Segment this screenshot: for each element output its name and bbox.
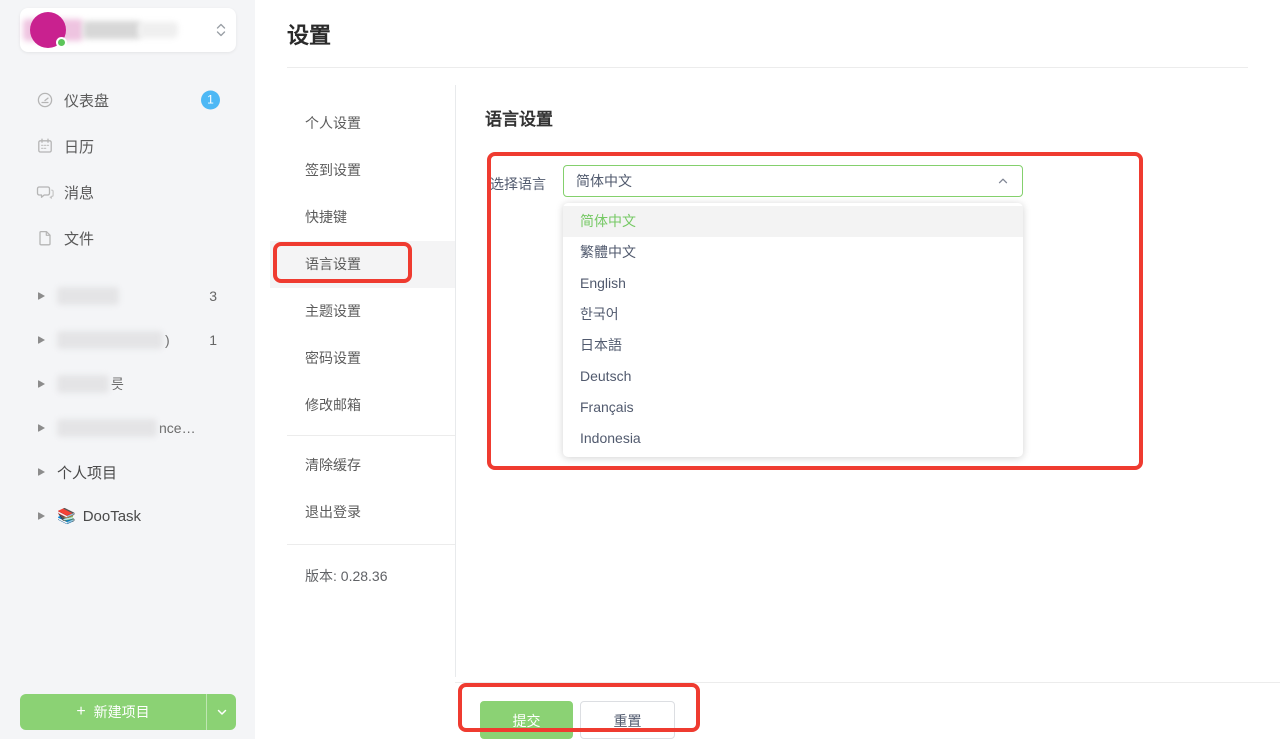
chevron-up-icon [996,174,1010,188]
settings-nav-item-personal[interactable]: 个人设置 [270,100,455,147]
new-project-main[interactable]: + 新建项目 [20,694,206,730]
sidebar-item-label: 消息 [64,182,94,203]
sidebar-item-messages[interactable]: 消息 [0,169,255,215]
project-row[interactable]: 3 [0,274,255,318]
file-icon [36,229,54,247]
settings-nav-item-logout[interactable]: 退出登录 [270,489,455,536]
dootask-app: 仪表盘 1 日历 消息 文件 [0,0,1280,739]
project-row-dootask[interactable]: 📚 DooTask [0,494,255,538]
settings-nav-item-clear-cache[interactable]: 清除缓存 [270,442,455,489]
project-count: 1 [209,332,217,348]
select-language-label: 选择语言 [490,174,546,194]
language-select-value: 简体中文 [576,171,996,191]
sidebar-nav: 仪表盘 1 日历 消息 文件 [0,77,255,261]
page-title: 设置 [287,18,331,50]
dashboard-icon [36,91,54,109]
submit-button[interactable]: 提交 [480,701,573,739]
avatar [30,12,66,48]
project-count: 3 [209,288,217,304]
chevrons-up-down-icon[interactable] [214,21,228,39]
divider [455,682,1280,683]
dropdown-option-japanese[interactable]: 日本語 [563,330,1023,361]
settings-nav-item-email[interactable]: 修改邮箱 [270,382,455,429]
calendar-icon [36,137,54,155]
redacted-project-name [57,375,109,393]
reset-button[interactable]: 重置 [580,701,675,739]
project-row[interactable]: 릇 [0,362,255,406]
settings-nav-item-password[interactable]: 密码设置 [270,335,455,382]
plus-icon: + [76,704,85,720]
redacted-project-name [57,419,157,437]
new-project-dropdown-toggle[interactable] [206,694,236,730]
message-icon [36,183,54,201]
disclosure-triangle-icon[interactable] [38,292,45,300]
books-emoji-icon: 📚 [57,507,76,525]
disclosure-triangle-icon[interactable] [38,336,45,344]
project-row[interactable]: nce… [0,406,255,450]
dropdown-option-french[interactable]: Français [563,392,1023,423]
disclosure-triangle-icon[interactable] [38,468,45,476]
project-list: 3 ) 1 릇 nce… 个人项目 [0,274,255,538]
redacted-project-name [57,331,163,349]
project-name-fragment: 릇 [111,374,124,394]
disclosure-triangle-icon[interactable] [38,424,45,432]
settings-nav-item-shortcuts[interactable]: 快捷键 [270,194,455,241]
project-name: DooTask [83,508,141,525]
divider [287,435,455,436]
disclosure-triangle-icon[interactable] [38,512,45,520]
sidebar-item-label: 仪表盘 [64,90,109,111]
settings-nav-item-checkin[interactable]: 签到设置 [270,147,455,194]
dropdown-option-zh-cn[interactable]: 简体中文 [563,206,1023,237]
online-status-dot [56,37,67,48]
disclosure-triangle-icon[interactable] [38,380,45,388]
unread-badge: 1 [201,91,220,110]
new-project-button[interactable]: + 新建项目 [20,694,236,730]
settings-page: 设置 个人设置 签到设置 快捷键 语言设置 主题设置 密码设置 修改邮箱 清除缓… [255,0,1280,739]
redacted-project-name [57,287,119,305]
project-name-fragment: ) [165,332,170,348]
language-settings-panel: 语言设置 选择语言 简体中文 简体中文 繁體中文 English 한국어 日本語… [455,85,1280,739]
divider [287,544,455,545]
sidebar-item-dashboard[interactable]: 仪表盘 1 [0,77,255,123]
dropdown-option-indonesian[interactable]: Indonesia [563,423,1023,454]
panel-title: 语言设置 [485,105,553,130]
settings-nav-item-language[interactable]: 语言设置 [270,241,455,288]
sidebar-item-calendar[interactable]: 日历 [0,123,255,169]
settings-nav: 个人设置 签到设置 快捷键 语言设置 主题设置 密码设置 修改邮箱 清除缓存 退… [270,100,455,600]
sidebar-item-label: 文件 [64,228,94,249]
settings-nav-item-theme[interactable]: 主题设置 [270,288,455,335]
dropdown-option-english[interactable]: English [563,268,1023,299]
sidebar: 仪表盘 1 日历 消息 文件 [0,0,255,739]
dropdown-option-zh-tw[interactable]: 繁體中文 [563,237,1023,268]
project-name: 个人项目 [57,462,117,483]
divider [287,67,1248,68]
redacted-workspace-name [138,22,178,38]
project-row-personal[interactable]: 个人项目 [0,450,255,494]
sidebar-item-label: 日历 [64,136,94,157]
redacted-workspace-name [83,21,141,39]
project-row[interactable]: ) 1 [0,318,255,362]
dropdown-option-korean[interactable]: 한국어 [563,299,1023,330]
sidebar-item-files[interactable]: 文件 [0,215,255,261]
version-text: 版本: 0.28.36 [270,553,455,600]
dropdown-option-german[interactable]: Deutsch [563,361,1023,392]
chevron-down-icon [216,706,228,718]
project-name-fragment: nce… [159,420,196,436]
workspace-selector[interactable] [20,8,236,52]
language-select[interactable]: 简体中文 [563,165,1023,197]
language-dropdown: 简体中文 繁體中文 English 한국어 日本語 Deutsch França… [563,203,1023,457]
new-project-label: 新建项目 [94,702,150,722]
